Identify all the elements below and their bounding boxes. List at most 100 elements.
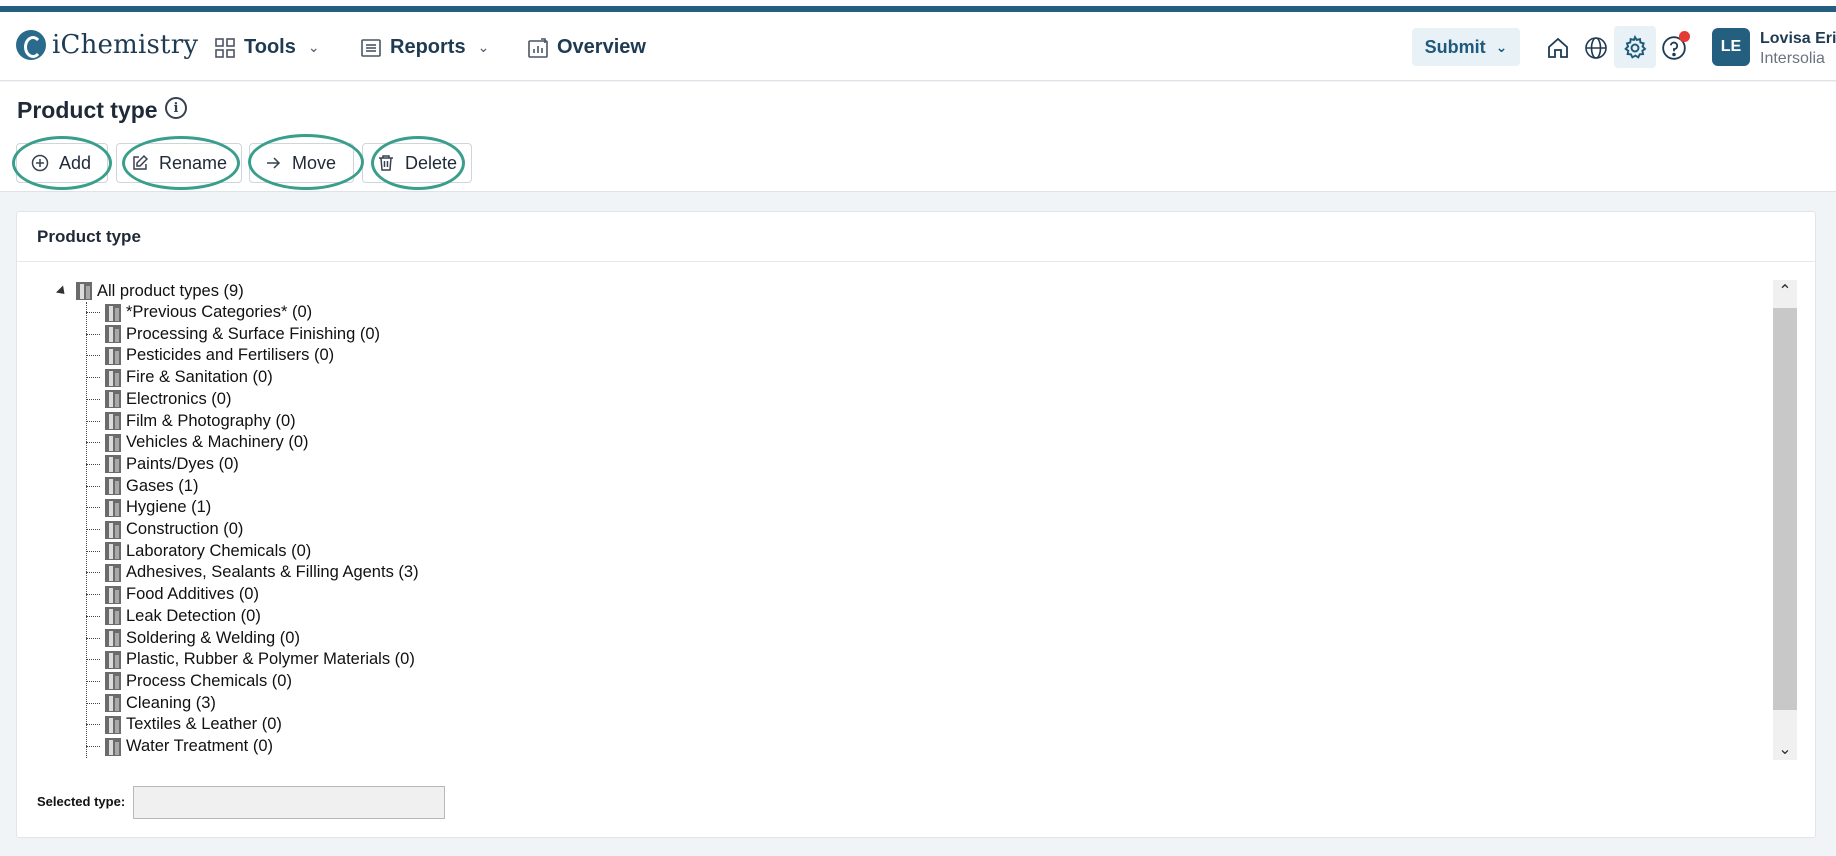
product-type-icon	[105, 412, 121, 430]
nav-reports[interactable]: Reports ⌄	[360, 36, 489, 59]
product-type-icon	[105, 477, 121, 496]
product-type-icon	[105, 672, 121, 691]
arrow-right-icon	[267, 157, 281, 169]
expand-toggle-icon[interactable]	[55, 284, 69, 298]
tree-item[interactable]: Processing & Surface Finishing (0)	[86, 324, 380, 345]
plus-circle-icon	[31, 154, 49, 172]
tree-item[interactable]: Plastic, Rubber & Polymer Materials (0)	[86, 649, 415, 670]
scrollbar-thumb[interactable]	[1773, 308, 1797, 710]
tree-item[interactable]: Adhesives, Sealants & Filling Agents (3)	[86, 562, 419, 583]
trash-icon	[378, 155, 393, 171]
move-button[interactable]: Move	[249, 143, 354, 183]
tree-item[interactable]: Construction (0)	[86, 519, 243, 540]
gear-icon[interactable]	[1621, 34, 1649, 62]
rename-button[interactable]: Rename	[116, 143, 242, 183]
tree-item-label: Construction (0)	[126, 520, 244, 538]
delete-button[interactable]: Delete	[362, 143, 472, 183]
tree-item-label: Laboratory Chemicals (0)	[126, 541, 312, 560]
move-label: Move	[292, 152, 337, 173]
product-type-icon	[105, 563, 121, 582]
nav-reports-label: Reports	[390, 36, 466, 58]
user-name[interactable]: Lovisa Erik	[1760, 30, 1836, 48]
tree-item-label: Process Chemicals (0)	[126, 671, 292, 690]
tree-item[interactable]: Textiles & Leather (0)	[86, 714, 282, 735]
tree-connector	[86, 312, 100, 313]
tree-connector	[86, 724, 100, 726]
product-type-icon	[105, 737, 121, 756]
product-type-icon	[105, 607, 121, 626]
panel-header: Product type	[17, 212, 1815, 262]
tree-item-label: Pesticides and Fertilisers (0)	[126, 346, 335, 365]
tree-connector	[86, 529, 100, 530]
delete-label: Delete	[404, 152, 457, 173]
product-type-icon	[105, 694, 121, 713]
scroll-up-icon[interactable]: ⌃	[1773, 280, 1797, 302]
tree-item-label: Fire & Sanitation (0)	[126, 368, 273, 387]
home-icon[interactable]	[1544, 34, 1572, 62]
tree-item-label: Adhesives, Sealants & Filling Agents (3)	[126, 563, 419, 582]
tree-item[interactable]: Water Treatment (0)	[86, 736, 273, 757]
tree-item[interactable]: Electronics (0)	[86, 389, 231, 410]
tree-item[interactable]: Process Chemicals (0)	[86, 671, 292, 692]
tree-item[interactable]: Pesticides and Fertilisers (0)	[86, 345, 334, 366]
tree-connector	[86, 463, 100, 465]
tree-item[interactable]: Vehicles & Machinery (0)	[86, 432, 309, 453]
tree-item[interactable]: Food Additives (0)	[86, 584, 259, 605]
selected-type-field[interactable]	[133, 786, 445, 819]
product-type-icon	[76, 282, 92, 300]
tree-root-label: All product types (9)	[97, 281, 244, 300]
tree-item[interactable]: Paints/Dyes (0)	[86, 454, 239, 475]
tree-item-label: Textiles & Leather (0)	[126, 715, 282, 734]
scroll-down-icon[interactable]: ⌄	[1773, 738, 1797, 760]
selected-type-label: Selected type:	[37, 794, 126, 809]
chevron-down-icon: ⌄	[477, 39, 490, 55]
tree-connector	[86, 398, 100, 400]
product-type-icon	[105, 346, 121, 365]
tree-connector	[86, 550, 100, 552]
tree-item-label: Hygiene (1)	[126, 498, 212, 517]
tree-item[interactable]: Hygiene (1)	[86, 497, 211, 518]
product-type-icon	[105, 585, 121, 604]
tree-item-label: Leak Detection (0)	[126, 606, 261, 625]
globe-icon[interactable]	[1582, 34, 1610, 62]
tree-connector	[86, 485, 100, 487]
product-type-icon	[105, 650, 121, 669]
avatar[interactable]: LE	[1712, 28, 1750, 66]
tree-item[interactable]: Fire & Sanitation (0)	[86, 367, 273, 388]
tree-item-label: Food Additives (0)	[126, 585, 259, 604]
product-type-panel: Product type All product types (9) *Prev…	[16, 211, 1816, 838]
nav-overview[interactable]: Overview	[527, 36, 646, 59]
submit-button[interactable]: Submit ⌄	[1412, 28, 1520, 66]
tree-connector	[86, 420, 100, 422]
chart-icon	[528, 37, 548, 58]
page-title: Product type	[17, 97, 158, 123]
product-type-icon	[105, 325, 121, 344]
submit-label: Submit	[1424, 36, 1486, 57]
tree-item[interactable]: Laboratory Chemicals (0)	[86, 541, 311, 562]
help-icon[interactable]	[1660, 31, 1690, 62]
tree-item[interactable]: *Previous Categories* (0)	[86, 302, 312, 323]
product-type-icon	[105, 303, 121, 322]
add-button[interactable]: Add	[16, 143, 108, 183]
ichemistry-logo[interactable]: iChemistry	[16, 30, 198, 60]
product-type-icon	[105, 390, 121, 409]
tree-connector	[86, 680, 100, 682]
tree-item[interactable]: Leak Detection (0)	[86, 606, 261, 627]
tree-item[interactable]: Cleaning (3)	[86, 693, 216, 714]
tree-item-label: Processing & Surface Finishing (0)	[126, 324, 381, 343]
tree-item-label: Electronics (0)	[126, 389, 232, 408]
tree-item[interactable]: Soldering & Welding (0)	[86, 628, 300, 649]
tree-item-label: Water Treatment (0)	[126, 737, 274, 755]
logo-text: iChemistry	[52, 30, 199, 60]
tree-root[interactable]: All product types (9)	[55, 280, 244, 302]
tree-scrollbar[interactable]: ⌃ ⌄	[1773, 280, 1797, 760]
tree-item[interactable]: Film & Photography (0)	[86, 411, 296, 432]
info-icon[interactable]: i	[165, 97, 187, 119]
notification-dot	[1679, 31, 1690, 42]
tree-connector	[86, 442, 100, 444]
tree-item[interactable]: Gases (1)	[86, 476, 198, 497]
nav-overview-label: Overview	[557, 36, 646, 58]
nav-tools[interactable]: Tools ⌄	[214, 36, 320, 59]
app-header: iChemistry Tools ⌄ Reports ⌄ Overview Su…	[0, 12, 1836, 81]
user-org: Intersolia	[1760, 50, 1825, 67]
